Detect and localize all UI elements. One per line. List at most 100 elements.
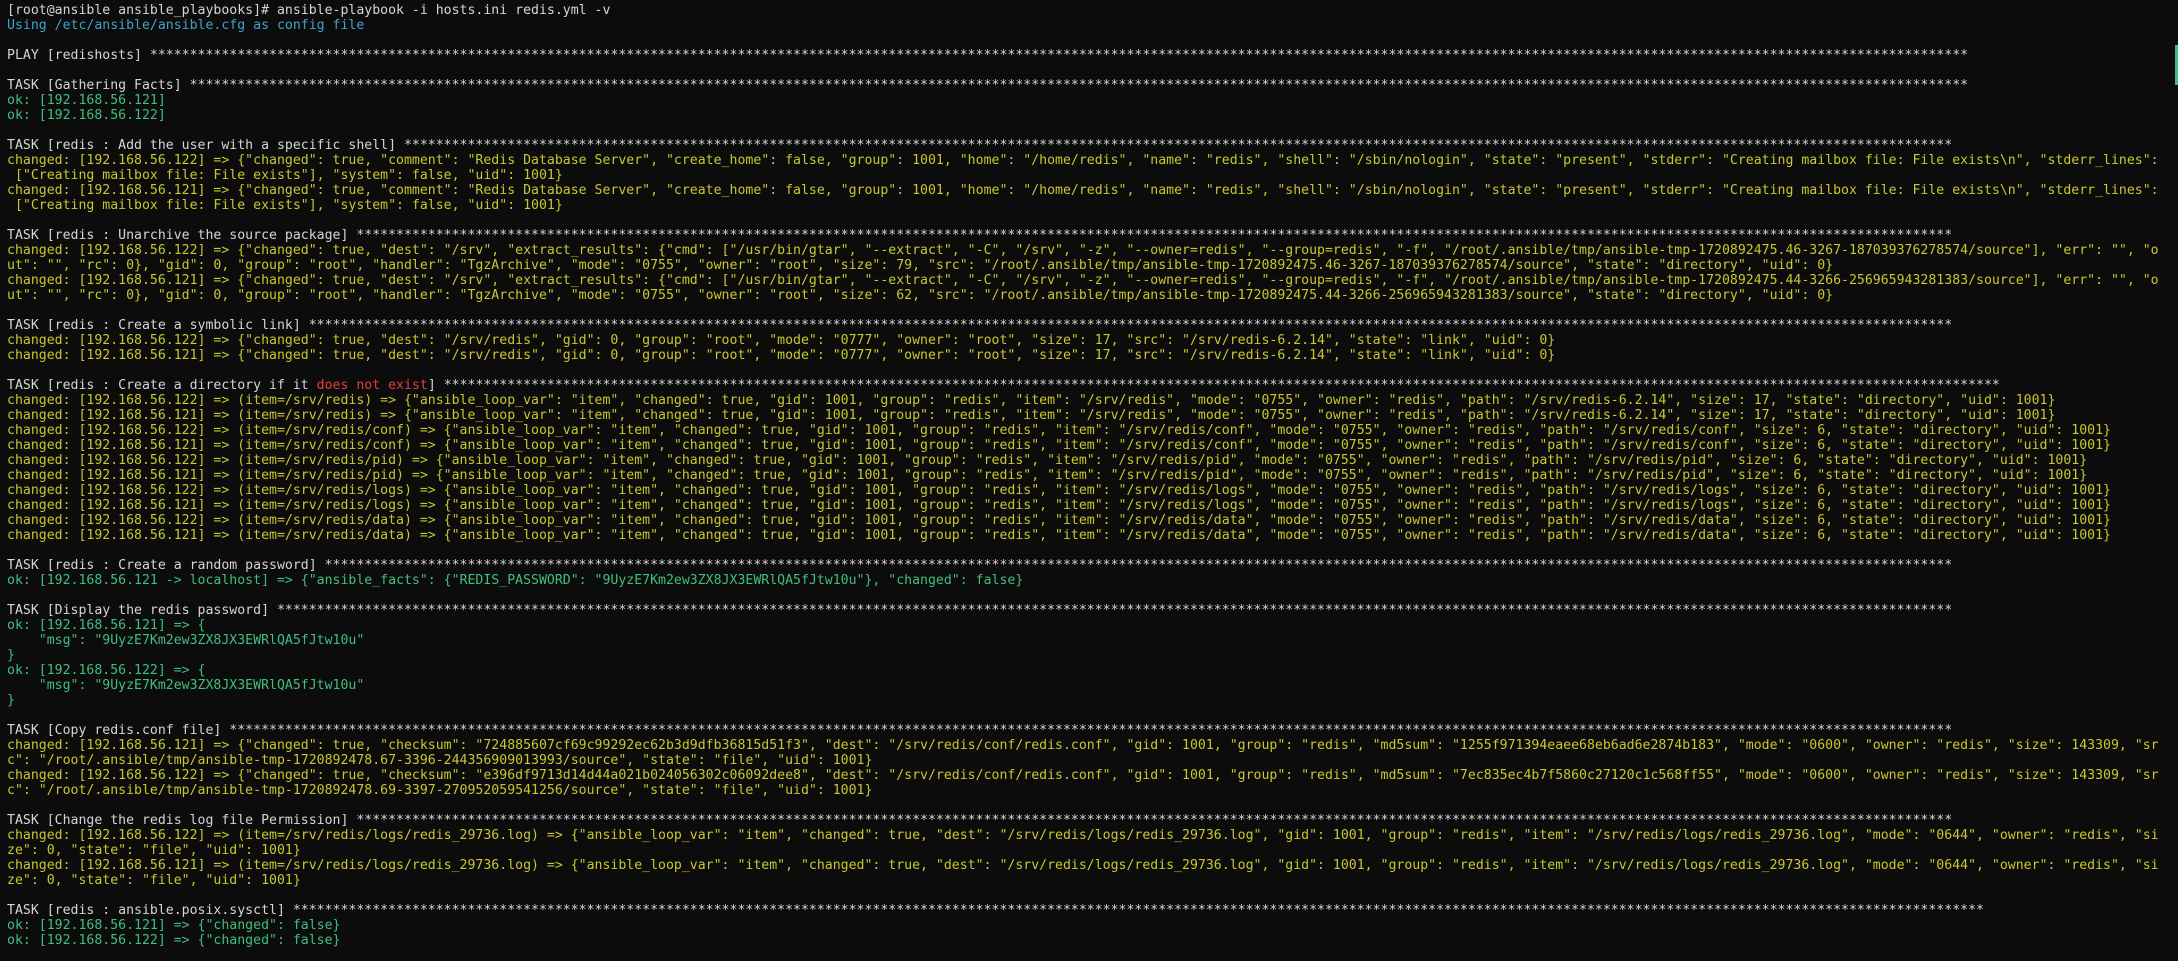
terminal-text: ok: [192.168.56.122] xyxy=(7,108,166,123)
terminal-line: } xyxy=(7,648,2178,663)
terminal-line: c": "/root/.ansible/tmp/ansible-tmp-1720… xyxy=(7,783,2178,798)
terminal-line: c": "/root/.ansible/tmp/ansible-tmp-1720… xyxy=(7,753,2178,768)
terminal-text: ok: [192.168.56.121 -> localhost] => {"a… xyxy=(7,573,1024,588)
terminal-text: ok: [192.168.56.121] => { xyxy=(7,618,206,633)
terminal-text: TASK [redis : Create a directory if it xyxy=(7,378,317,393)
terminal-line: ok: [192.168.56.121] => {"changed": fals… xyxy=(7,918,2178,933)
terminal-line: TASK [Copy redis.conf file] ************… xyxy=(7,723,2178,738)
terminal-text: ok: [192.168.56.122] => { xyxy=(7,663,206,678)
terminal-text: PLAY [redishosts] **********************… xyxy=(7,48,1969,63)
terminal-text: changed: [192.168.56.122] => {"changed":… xyxy=(7,333,1556,348)
terminal-text: changed: [192.168.56.122] => (item=/srv/… xyxy=(7,483,2111,498)
terminal-text: changed: [192.168.56.121] => (item=/srv/… xyxy=(7,528,2111,543)
terminal-line: TASK [redis : ansible.posix.sysctl] ****… xyxy=(7,903,2178,918)
terminal-output: [root@ansible ansible_playbooks]# ansibl… xyxy=(7,3,2178,948)
terminal-text: c": "/root/.ansible/tmp/ansible-tmp-1720… xyxy=(7,783,873,798)
terminal-line: "msg": "9UyzE7Km2ew3ZX8JX3EWRlQA5fJtw10u… xyxy=(7,678,2178,693)
terminal-text: changed: [192.168.56.122] => (item=/srv/… xyxy=(7,513,2111,528)
terminal-line: ["Creating mailbox file: File exists"], … xyxy=(7,168,2178,183)
terminal-line: TASK [Display the redis password] ******… xyxy=(7,603,2178,618)
terminal-window[interactable]: [root@ansible ansible_playbooks]# ansibl… xyxy=(0,0,2178,961)
terminal-line: changed: [192.168.56.121] => (item=/srv/… xyxy=(7,858,2178,873)
terminal-line: TASK [redis : Create a symbolic link] **… xyxy=(7,318,2178,333)
terminal-line: Using /etc/ansible/ansible.cfg as config… xyxy=(7,18,2178,33)
terminal-text: TASK [redis : Add the user with a specif… xyxy=(7,138,1953,153)
terminal-text: "msg": "9UyzE7Km2ew3ZX8JX3EWRlQA5fJtw10u… xyxy=(7,633,365,648)
terminal-line: changed: [192.168.56.121] => (item=/srv/… xyxy=(7,528,2178,543)
terminal-line: ze": 0, "state": "file", "uid": 1001} xyxy=(7,873,2178,888)
terminal-line: ok: [192.168.56.121] xyxy=(7,93,2178,108)
terminal-text: TASK [Change the redis log file Permissi… xyxy=(7,813,1953,828)
terminal-text: changed: [192.168.56.121] => {"changed":… xyxy=(7,738,2159,753)
terminal-text: changed: [192.168.56.121] => (item=/srv/… xyxy=(7,438,2111,453)
terminal-line: changed: [192.168.56.122] => {"changed":… xyxy=(7,153,2178,168)
terminal-text: TASK [redis : Create a symbolic link] **… xyxy=(7,318,1953,333)
terminal-text: ["Creating mailbox file: File exists"], … xyxy=(7,168,563,183)
terminal-line: TASK [redis : Create a random password] … xyxy=(7,558,2178,573)
terminal-text: changed: [192.168.56.121] => (item=/srv/… xyxy=(7,468,2088,483)
terminal-text: changed: [192.168.56.121] => (item=/srv/… xyxy=(7,858,2159,873)
terminal-line: ["Creating mailbox file: File exists"], … xyxy=(7,198,2178,213)
terminal-text: changed: [192.168.56.122] => (item=/srv/… xyxy=(7,393,2056,408)
terminal-line: changed: [192.168.56.122] => (item=/srv/… xyxy=(7,513,2178,528)
terminal-text: changed: [192.168.56.121] => (item=/srv/… xyxy=(7,408,2056,423)
terminal-line: ok: [192.168.56.122] => {"changed": fals… xyxy=(7,933,2178,948)
terminal-text: TASK [redis : ansible.posix.sysctl] ****… xyxy=(7,903,1984,918)
terminal-line: TASK [Change the redis log file Permissi… xyxy=(7,813,2178,828)
terminal-text: changed: [192.168.56.122] => (item=/srv/… xyxy=(7,828,2159,843)
terminal-line: changed: [192.168.56.122] => {"changed":… xyxy=(7,333,2178,348)
terminal-text: ] **************************************… xyxy=(427,378,2000,393)
terminal-text: TASK [Display the redis password] ******… xyxy=(7,603,1953,618)
terminal-text: ut": "", "rc": 0}, "gid": 0, "group": "r… xyxy=(7,258,1834,273)
terminal-line: ok: [192.168.56.121] => { xyxy=(7,618,2178,633)
terminal-text: changed: [192.168.56.122] => {"changed":… xyxy=(7,243,2159,258)
terminal-line: ok: [192.168.56.121 -> localhost] => {"a… xyxy=(7,573,2178,588)
terminal-line: changed: [192.168.56.121] => {"changed":… xyxy=(7,183,2178,198)
terminal-line: changed: [192.168.56.122] => (item=/srv/… xyxy=(7,453,2178,468)
terminal-line: ze": 0, "state": "file", "uid": 1001} xyxy=(7,843,2178,858)
terminal-text: changed: [192.168.56.121] => {"changed":… xyxy=(7,348,1556,363)
terminal-line: changed: [192.168.56.121] => {"changed":… xyxy=(7,348,2178,363)
terminal-line: } xyxy=(7,693,2178,708)
terminal-line: changed: [192.168.56.121] => (item=/srv/… xyxy=(7,408,2178,423)
terminal-text: ok: [192.168.56.121] xyxy=(7,93,166,108)
terminal-text: does not exist xyxy=(316,378,428,393)
terminal-text: changed: [192.168.56.122] => (item=/srv/… xyxy=(7,453,2088,468)
terminal-line: changed: [192.168.56.121] => (item=/srv/… xyxy=(7,468,2178,483)
terminal-text: ze": 0, "state": "file", "uid": 1001} xyxy=(7,843,301,858)
terminal-text: } xyxy=(7,693,15,708)
terminal-text: TASK [redis : Create a random password] … xyxy=(7,558,1953,573)
terminal-line: [root@ansible ansible_playbooks]# ansibl… xyxy=(7,3,2178,18)
terminal-text: TASK [redis : Unarchive the source packa… xyxy=(7,228,1953,243)
terminal-text: TASK [Copy redis.conf file] ************… xyxy=(7,723,1953,738)
terminal-line: changed: [192.168.56.121] => (item=/srv/… xyxy=(7,498,2178,513)
terminal-line: TASK [Gathering Facts] *****************… xyxy=(7,78,2178,93)
terminal-line: ut": "", "rc": 0}, "gid": 0, "group": "r… xyxy=(7,288,2178,303)
terminal-line: TASK [redis : Create a directory if it d… xyxy=(7,378,2178,393)
terminal-line: "msg": "9UyzE7Km2ew3ZX8JX3EWRlQA5fJtw10u… xyxy=(7,633,2178,648)
terminal-text: Using /etc/ansible/ansible.cfg as config… xyxy=(7,18,365,33)
terminal-text: changed: [192.168.56.122] => {"changed":… xyxy=(7,768,2159,783)
terminal-text: } xyxy=(7,648,15,663)
terminal-text: c": "/root/.ansible/tmp/ansible-tmp-1720… xyxy=(7,753,873,768)
terminal-text: ut": "", "rc": 0}, "gid": 0, "group": "r… xyxy=(7,288,1834,303)
terminal-line: TASK [redis : Unarchive the source packa… xyxy=(7,228,2178,243)
terminal-line: changed: [192.168.56.122] => {"changed":… xyxy=(7,768,2178,783)
terminal-text: "msg": "9UyzE7Km2ew3ZX8JX3EWRlQA5fJtw10u… xyxy=(7,678,365,693)
terminal-text: TASK [Gathering Facts] *****************… xyxy=(7,78,1969,93)
terminal-line: changed: [192.168.56.122] => {"changed":… xyxy=(7,243,2178,258)
terminal-line: changed: [192.168.56.122] => (item=/srv/… xyxy=(7,393,2178,408)
terminal-text: changed: [192.168.56.121] => {"changed":… xyxy=(7,273,2159,288)
terminal-text: [root@ansible ansible_playbooks]# ansibl… xyxy=(7,3,611,18)
terminal-line: changed: [192.168.56.121] => (item=/srv/… xyxy=(7,438,2178,453)
terminal-text: changed: [192.168.56.122] => (item=/srv/… xyxy=(7,423,2111,438)
